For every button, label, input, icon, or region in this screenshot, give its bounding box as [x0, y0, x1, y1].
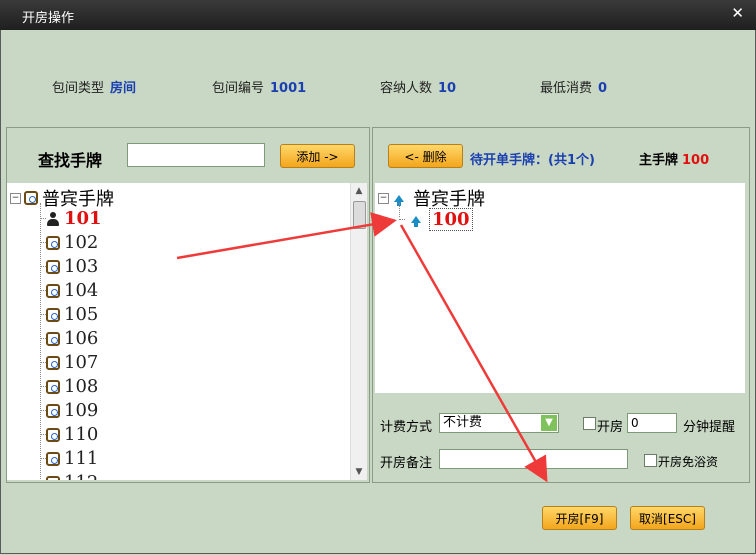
card-icon — [46, 475, 60, 480]
left-tree[interactable]: − 普宾手牌 101 102 103 104 105 106 107 108 109 110 111… — [7, 183, 350, 480]
left-tree-item-label: 110 — [64, 424, 99, 445]
open-reminder-label: 开房 — [597, 420, 624, 435]
left-tree-item[interactable]: 112 — [40, 472, 98, 480]
window-title: 开房操作 — [22, 11, 75, 26]
add-button[interactable]: 添加 -> — [280, 144, 355, 168]
left-tree-item-label: 101 — [64, 208, 102, 229]
card-icon — [46, 403, 60, 418]
left-tree-item[interactable]: 110 — [40, 424, 98, 445]
open-reminder-checkbox[interactable] — [583, 417, 596, 430]
min-spend-value: 0 — [598, 81, 608, 96]
cancel-button[interactable]: 取消[ESC] — [630, 506, 705, 530]
card-icon — [46, 331, 60, 346]
master-card-info: 主手牌 100 — [639, 149, 709, 168]
capacity-label: 容纳人数 — [380, 81, 433, 96]
search-input[interactable] — [127, 143, 265, 167]
billing-select[interactable]: 不计费 ▼ — [439, 413, 559, 433]
card-icon — [46, 427, 60, 442]
left-tree-item-label: 111 — [64, 448, 99, 469]
remark-label: 开房备注 — [380, 456, 433, 471]
master-card-value: 100 — [682, 153, 710, 168]
room-number-label: 包间编号 — [212, 81, 265, 96]
right-tree[interactable]: − 普宾手牌 100 — [375, 183, 745, 393]
left-tree-item-label: 103 — [64, 256, 99, 277]
collapse-toggle-icon[interactable]: − — [10, 192, 21, 204]
min-spend-label: 最低消费 — [540, 81, 593, 96]
card-icon — [46, 235, 60, 250]
left-tree-item[interactable]: 109 — [40, 400, 98, 421]
collapse-toggle-icon[interactable]: − — [378, 192, 389, 204]
chevron-down-icon[interactable]: ▼ — [541, 415, 557, 431]
billing-label: 计费方式 — [380, 420, 433, 435]
person-icon — [46, 211, 60, 226]
billing-select-value: 不计费 — [443, 415, 483, 430]
master-card-label: 主手牌 — [639, 153, 679, 168]
search-label: 查找手牌 — [38, 151, 103, 170]
left-tree-item-label: 108 — [64, 376, 99, 397]
left-tree-item[interactable]: 105 — [40, 304, 98, 325]
left-tree-item[interactable]: 111 — [40, 448, 98, 469]
left-tree-item[interactable]: 106 — [40, 328, 98, 349]
min-spend-info: 最低消费 0 — [540, 77, 607, 96]
up-arrow-icon — [411, 216, 421, 227]
card-icon — [46, 307, 60, 322]
left-tree-item[interactable]: 107 — [40, 352, 98, 373]
tree-connector — [399, 219, 405, 220]
capacity-info: 容纳人数 10 — [380, 77, 456, 96]
left-tree-item-label: 106 — [64, 328, 99, 349]
right-tree-item[interactable]: 100 — [399, 208, 473, 231]
left-tree-item[interactable]: 101 — [40, 208, 102, 229]
left-tree-item-label: 112 — [64, 472, 98, 480]
card-icon — [46, 283, 60, 298]
reminder-minutes-input[interactable]: 0 — [627, 413, 677, 433]
left-tree-item-label: 109 — [64, 400, 99, 421]
card-icon — [46, 355, 60, 370]
left-tree-item[interactable]: 104 — [40, 280, 98, 301]
room-type-label: 包间类型 — [52, 81, 105, 96]
room-number-info: 包间编号 1001 — [212, 77, 306, 96]
right-tree-item-label: 100 — [429, 208, 473, 231]
open-room-button[interactable]: 开房[F9] — [542, 506, 617, 530]
scroll-thumb[interactable] — [353, 201, 366, 229]
left-tree-item-label: 105 — [64, 304, 99, 325]
left-tree-item[interactable]: 108 — [40, 376, 98, 397]
close-icon[interactable]: ✕ — [731, 4, 744, 22]
card-icon — [46, 379, 60, 394]
pending-cards-text: 待开单手牌：(共1个) — [470, 153, 595, 168]
remark-input[interactable] — [439, 449, 628, 469]
minutes-reminder-label: 分钟提醒 — [683, 420, 736, 435]
delete-button[interactable]: <- 删除 — [388, 144, 463, 168]
card-icon — [46, 259, 60, 274]
left-tree-item-label: 107 — [64, 352, 99, 373]
left-tree-item-label: 104 — [64, 280, 99, 301]
room-type-info: 包间类型 房间 — [52, 77, 136, 96]
left-tree-item-label: 102 — [64, 232, 99, 253]
no-bath-fee-checkbox[interactable] — [644, 454, 657, 467]
left-tree-scrollbar[interactable]: ▲ ▼ — [350, 183, 367, 480]
card-icon — [46, 451, 60, 466]
up-arrow-icon — [394, 194, 404, 206]
title-bar: 开房操作 ✕ — [0, 0, 756, 30]
scroll-up-icon[interactable]: ▲ — [351, 183, 367, 199]
no-bath-fee-label: 开房免浴资 — [658, 455, 719, 469]
scroll-down-icon[interactable]: ▼ — [351, 464, 367, 480]
left-tree-item[interactable]: 102 — [40, 232, 98, 253]
capacity-value: 10 — [438, 81, 457, 96]
room-number-value: 1001 — [270, 81, 307, 96]
card-icon — [24, 191, 38, 205]
left-tree-item[interactable]: 103 — [40, 256, 98, 277]
room-type-value: 房间 — [110, 81, 137, 96]
